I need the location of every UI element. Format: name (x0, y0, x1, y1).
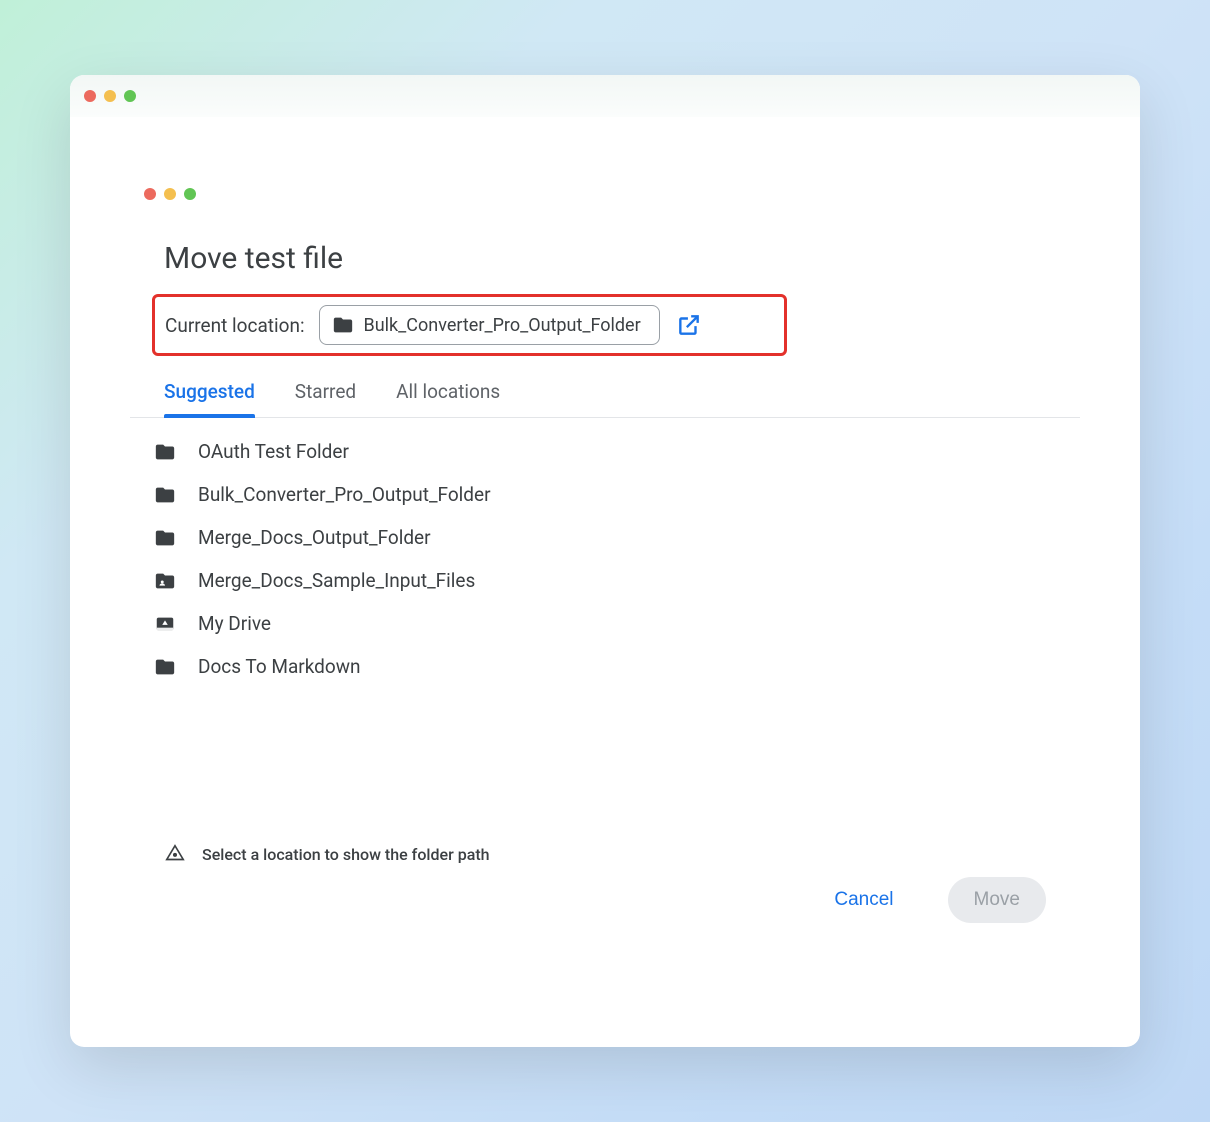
folder-icon (332, 314, 354, 336)
drive-icon (154, 613, 176, 635)
current-location-label: Current location: (165, 314, 305, 337)
drive-outline-icon (164, 843, 186, 865)
list-item[interactable]: Merge_Docs_Output_Folder (150, 516, 1060, 559)
tab-all-locations[interactable]: All locations (396, 380, 500, 417)
list-item-label: OAuth Test Folder (198, 440, 349, 463)
minimize-icon[interactable] (164, 188, 176, 200)
close-icon[interactable] (144, 188, 156, 200)
inner-window-wrap: Move test file Current location: Bulk_Co… (70, 117, 1140, 1047)
move-dialog: Move test file Current location: Bulk_Co… (130, 221, 1080, 941)
tabs: Suggested Starred All locations (130, 356, 1080, 418)
minimize-icon[interactable] (104, 90, 116, 102)
folder-icon (154, 441, 176, 463)
folder-icon (154, 656, 176, 678)
open-in-new-button[interactable] (674, 310, 704, 340)
list-item-label: Bulk_Converter_Pro_Output_Folder (198, 483, 491, 506)
inner-titlebar (130, 177, 1080, 211)
list-item-label: My Drive (198, 612, 271, 635)
list-item[interactable]: Merge_Docs_Sample_Input_Files (150, 559, 1060, 602)
path-hint-text: Select a location to show the folder pat… (202, 845, 490, 864)
dialog-title: Move test file (130, 241, 1080, 294)
open-in-new-icon (676, 312, 702, 338)
move-button: Move (948, 877, 1046, 923)
location-list: OAuth Test Folder Bulk_Converter_Pro_Out… (130, 418, 1080, 700)
path-hint: Select a location to show the folder pat… (164, 843, 490, 865)
list-item[interactable]: Bulk_Converter_Pro_Output_Folder (150, 473, 1060, 516)
current-location-name: Bulk_Converter_Pro_Output_Folder (364, 315, 641, 336)
list-item-label: Merge_Docs_Output_Folder (198, 526, 431, 549)
folder-icon (154, 527, 176, 549)
list-item[interactable]: Docs To Markdown (150, 645, 1060, 688)
outer-titlebar (70, 75, 1140, 117)
dialog-footer: Cancel Move (808, 877, 1046, 923)
list-item[interactable]: My Drive (150, 602, 1060, 645)
current-location-highlight: Current location: Bulk_Converter_Pro_Out… (152, 294, 787, 356)
maximize-icon[interactable] (124, 90, 136, 102)
maximize-icon[interactable] (184, 188, 196, 200)
shared-folder-icon (154, 570, 176, 592)
folder-icon (154, 484, 176, 506)
outer-window: Move test file Current location: Bulk_Co… (70, 75, 1140, 1047)
tab-starred[interactable]: Starred (295, 380, 356, 417)
tab-suggested[interactable]: Suggested (164, 380, 255, 417)
list-item-label: Docs To Markdown (198, 655, 361, 678)
list-item[interactable]: OAuth Test Folder (150, 430, 1060, 473)
close-icon[interactable] (84, 90, 96, 102)
current-location-chip[interactable]: Bulk_Converter_Pro_Output_Folder (319, 305, 660, 345)
cancel-button[interactable]: Cancel (808, 877, 919, 923)
list-item-label: Merge_Docs_Sample_Input_Files (198, 569, 475, 592)
